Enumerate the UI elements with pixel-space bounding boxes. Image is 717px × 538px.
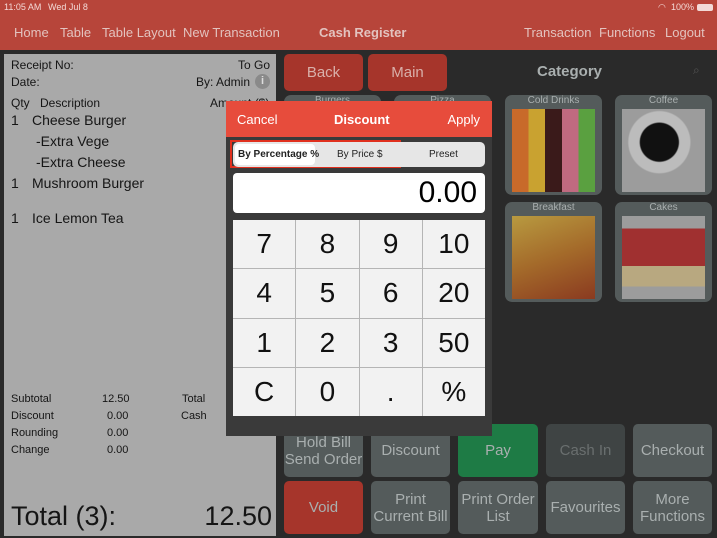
status-time: 11:05 AM — [4, 2, 42, 12]
by-admin: By: Admin — [195, 75, 250, 89]
cakes-image — [622, 216, 705, 299]
subtotal-value: 12.50 — [102, 393, 130, 405]
key-1[interactable]: 1 — [233, 318, 296, 367]
subtotal-label: Subtotal — [11, 393, 52, 405]
status-date: Wed Jul 8 — [48, 2, 88, 12]
segment-preset[interactable]: Preset — [429, 149, 458, 160]
key-decimal[interactable]: . — [359, 367, 422, 416]
change-label: Change — [11, 444, 50, 456]
item-desc[interactable]: Mushroom Burger — [32, 175, 144, 191]
cash-label: Cash — [181, 410, 207, 422]
nav-functions[interactable]: Functions — [599, 25, 655, 40]
key-6[interactable]: 6 — [359, 269, 422, 318]
receipt-no-label: Receipt No: — [11, 58, 74, 72]
nav-bar: Home Table Table Layout New Transaction … — [0, 14, 717, 50]
discount-value: 0.00 — [107, 410, 129, 422]
to-go-label[interactable]: To Go — [238, 58, 270, 72]
back-button[interactable]: Back — [284, 54, 363, 91]
key-9[interactable]: 9 — [359, 220, 422, 269]
change-value: 0.00 — [107, 444, 129, 456]
key-0[interactable]: 0 — [296, 367, 359, 416]
key-4[interactable]: 4 — [233, 269, 296, 318]
grand-total-value: 12.50 — [204, 501, 272, 531]
date-label: Date: — [11, 75, 40, 89]
category-label: Cold Drinks — [527, 95, 580, 106]
key-10[interactable]: 10 — [422, 220, 485, 269]
void-button[interactable]: Void — [284, 481, 363, 534]
discount-popup: Cancel Discount Apply By Percentage % By… — [226, 101, 492, 436]
keypad: 7 8 9 10 4 5 6 20 1 2 3 50 C 0 . % — [233, 220, 485, 416]
category-label: Coffee — [648, 95, 679, 106]
search-icon[interactable]: ⌕ — [693, 63, 700, 78]
discount-type-segmented: By Percentage % By Price $ Preset — [233, 142, 485, 167]
category-heading: Category — [537, 63, 603, 80]
rounding-label: Rounding — [11, 427, 59, 439]
item-qty: 1 — [11, 112, 19, 128]
key-7[interactable]: 7 — [233, 220, 296, 269]
category-breakfast[interactable]: Breakfast — [505, 202, 602, 302]
item-qty: 1 — [11, 175, 19, 191]
battery-level: 100% — [671, 2, 695, 12]
nav-table-layout[interactable]: Table Layout — [102, 25, 176, 40]
total-label: Total — [182, 393, 206, 405]
wifi-icon: ◠ — [658, 2, 666, 12]
key-20[interactable]: 20 — [422, 269, 485, 318]
key-2[interactable]: 2 — [296, 318, 359, 367]
info-icon[interactable]: i — [255, 74, 270, 89]
segment-by-percentage[interactable]: By Percentage % — [238, 149, 319, 160]
item-desc[interactable]: Ice Lemon Tea — [32, 210, 124, 226]
rounding-value: 0.00 — [107, 427, 129, 439]
cold-drinks-image — [512, 109, 595, 192]
print-current-bill-button[interactable]: Print Current Bill — [371, 481, 450, 534]
cancel-button[interactable]: Cancel — [237, 112, 277, 127]
category-coffee[interactable]: Coffee — [615, 95, 712, 195]
nav-table[interactable]: Table — [60, 25, 91, 40]
key-8[interactable]: 8 — [296, 220, 359, 269]
key-percent[interactable]: % — [422, 367, 485, 416]
grand-total-label: Total (3): — [11, 501, 117, 531]
page-title: Cash Register — [319, 25, 407, 40]
item-modifier: -Extra Vege — [36, 133, 110, 149]
item-modifier: -Extra Cheese — [36, 154, 126, 170]
nav-new-transaction[interactable]: New Transaction — [183, 25, 280, 40]
favourites-button[interactable]: Favourites — [546, 481, 625, 534]
popup-title: Discount — [334, 112, 390, 127]
item-qty: 1 — [11, 210, 19, 226]
item-desc[interactable]: Cheese Burger — [32, 112, 126, 128]
category-cold-drinks[interactable]: Cold Drinks — [505, 95, 602, 195]
segment-by-price[interactable]: By Price $ — [337, 149, 383, 160]
coffee-image — [622, 109, 705, 192]
key-5[interactable]: 5 — [296, 269, 359, 318]
nav-transaction[interactable]: Transaction — [524, 25, 591, 40]
category-label: Breakfast — [532, 202, 575, 213]
cash-in-button[interactable]: Cash In — [546, 424, 625, 477]
nav-home[interactable]: Home — [14, 25, 49, 40]
battery-icon — [697, 4, 713, 11]
category-label: Cakes — [649, 202, 678, 213]
discount-value-display: 0.00 — [233, 173, 485, 213]
key-50[interactable]: 50 — [422, 318, 485, 367]
print-order-list-button[interactable]: Print Order List — [458, 481, 538, 534]
nav-logout[interactable]: Logout — [665, 25, 705, 40]
discount-label: Discount — [11, 410, 54, 422]
key-3[interactable]: 3 — [359, 318, 422, 367]
status-bar: 11:05 AM Wed Jul 8 ◠ 100% — [0, 0, 717, 14]
breakfast-image — [512, 216, 595, 299]
category-cakes[interactable]: Cakes — [615, 202, 712, 302]
key-clear[interactable]: C — [233, 367, 296, 416]
col-qty: Qty — [11, 96, 30, 110]
main-button[interactable]: Main — [368, 54, 447, 91]
checkout-button[interactable]: Checkout — [633, 424, 712, 477]
popup-header: Cancel Discount Apply — [226, 101, 492, 137]
apply-button[interactable]: Apply — [447, 112, 480, 127]
more-functions-button[interactable]: More Functions — [633, 481, 712, 534]
col-description: Description — [40, 96, 101, 110]
